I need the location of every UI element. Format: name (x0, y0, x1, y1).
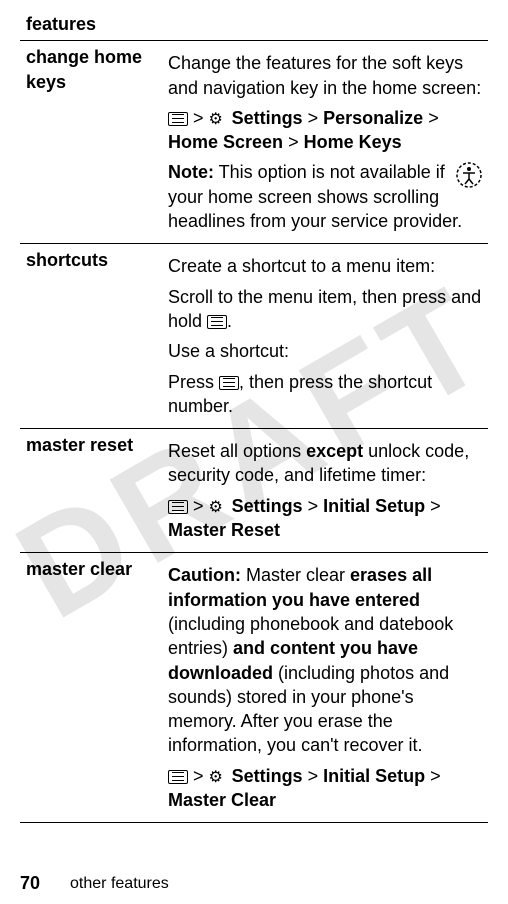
text: Change the features for the soft keys an… (168, 51, 482, 100)
menu-key-icon (219, 376, 239, 390)
caution-text: Caution: Master clear erases all informa… (168, 563, 482, 757)
text: Reset all options except unlock code, se… (168, 439, 482, 488)
path-settings: Settings (232, 108, 303, 128)
menu-key-icon (168, 112, 188, 126)
text: Use a shortcut: (168, 339, 482, 363)
settings-icon (209, 499, 227, 515)
row-master-reset: master reset Reset all options except un… (20, 429, 488, 553)
separator: > (288, 132, 299, 152)
page-content: features change home keys Change the fea… (0, 0, 508, 843)
path-master-clear: Master Clear (168, 790, 276, 810)
features-table: features change home keys Change the fea… (20, 8, 488, 823)
settings-icon (209, 111, 227, 127)
menu-path: > Settings > Initial Setup > Master Clea… (168, 764, 482, 813)
path-initial-setup: Initial Setup (323, 496, 425, 516)
desc-shortcuts: Create a shortcut to a menu item: Scroll… (162, 244, 488, 429)
settings-icon (209, 769, 227, 785)
accessibility-icon (456, 162, 482, 194)
path-home-keys: Home Keys (304, 132, 402, 152)
separator: > (308, 108, 319, 128)
label-change-home-keys: change home keys (20, 41, 162, 244)
separator: > (308, 766, 319, 786)
text-part: Reset all options (168, 441, 306, 461)
separator: > (308, 496, 319, 516)
text-part: Master clear (241, 565, 350, 585)
row-master-clear: master clear Caution: Master clear erase… (20, 553, 488, 823)
separator: > (193, 496, 204, 516)
path-home-screen: Home Screen (168, 132, 283, 152)
label-master-reset: master reset (20, 429, 162, 553)
table-header-row: features (20, 8, 488, 41)
page-footer: 70 other features (0, 843, 508, 904)
footer-section-title: other features (70, 875, 169, 893)
path-initial-setup: Initial Setup (323, 766, 425, 786)
text-part: . (227, 311, 232, 331)
row-shortcuts: shortcuts Create a shortcut to a menu it… (20, 244, 488, 429)
separator: > (193, 108, 204, 128)
desc-master-clear: Caution: Master clear erases all informa… (162, 553, 488, 823)
menu-key-icon (207, 315, 227, 329)
note: Note: This option is not available if yo… (168, 160, 482, 233)
menu-key-icon (168, 500, 188, 514)
desc-master-reset: Reset all options except unlock code, se… (162, 429, 488, 553)
text: Create a shortcut to a menu item: (168, 254, 482, 278)
label-master-clear: master clear (20, 553, 162, 823)
path-settings: Settings (232, 766, 303, 786)
separator: > (430, 496, 441, 516)
text: Press , then press the shortcut number. (168, 370, 482, 419)
path-master-reset: Master Reset (168, 520, 280, 540)
menu-path: > Settings > Personalize > Home Screen >… (168, 106, 482, 155)
menu-path: > Settings > Initial Setup > Master Rese… (168, 494, 482, 543)
label-shortcuts: shortcuts (20, 244, 162, 429)
separator: > (193, 766, 204, 786)
path-personalize: Personalize (323, 108, 423, 128)
features-header: features (20, 8, 488, 41)
menu-key-icon (168, 770, 188, 784)
text-bold: except (306, 441, 363, 461)
note-label: Note: (168, 162, 214, 182)
page-number: 70 (20, 873, 40, 894)
text-part: Press (168, 372, 219, 392)
caution-label: Caution: (168, 565, 241, 585)
desc-change-home-keys: Change the features for the soft keys an… (162, 41, 488, 244)
separator: > (430, 766, 441, 786)
row-change-home-keys: change home keys Change the features for… (20, 41, 488, 244)
separator: > (428, 108, 439, 128)
text: Scroll to the menu item, then press and … (168, 285, 482, 334)
path-settings: Settings (232, 496, 303, 516)
